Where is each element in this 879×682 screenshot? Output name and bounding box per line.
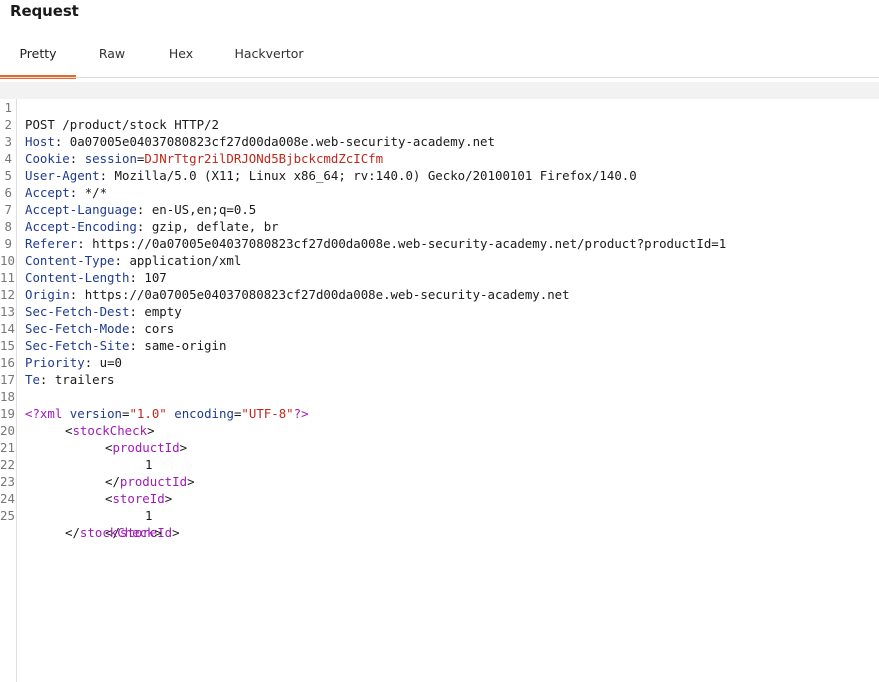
- header-name: Sec-Fetch-Site: [25, 338, 130, 353]
- editor-line: 20 <productId>: [0, 423, 188, 455]
- header-value: empty: [144, 304, 182, 319]
- tab-bar-divider: [0, 77, 879, 78]
- header-value: same-origin: [144, 338, 227, 353]
- editor-line: 16 Te: trailers: [0, 355, 115, 387]
- editor-line: 19 <stockCheck>: [0, 406, 155, 438]
- header-value: 0a07005e04037080823cf27d00da008e.web-sec…: [69, 134, 495, 149]
- editor-line: 15 Priority: u=0: [0, 338, 122, 370]
- tab-raw[interactable]: Raw: [85, 40, 139, 78]
- cookie-name: session: [84, 151, 137, 166]
- panel-title: Request: [10, 2, 79, 20]
- editor-line: 17: [0, 354, 30, 387]
- header-value: gzip, deflate, br: [151, 219, 279, 234]
- editor-line: 3 Cookie: session=DJNrTtgr2ilDRJONd5Bjbc…: [0, 116, 384, 166]
- header-value: 107: [144, 270, 167, 285]
- header-name: User-Agent: [25, 168, 100, 183]
- editor-line: 18 <?xml version="1.0" encoding="UTF-8"?…: [0, 389, 309, 421]
- editor-line: 1 POST /product/stock HTTP/2: [0, 82, 879, 132]
- xml-attr-name: version: [69, 406, 122, 421]
- editor-line: 10 Content-Length: 107: [0, 253, 167, 285]
- xml-tag-name: productId: [119, 474, 188, 489]
- header-value: */*: [84, 185, 108, 200]
- tab-hackvertor[interactable]: Hackvertor: [228, 40, 310, 78]
- header-name: Accept-Language: [25, 202, 137, 217]
- header-value: application/xml: [129, 253, 242, 268]
- header-name: Referer: [25, 236, 78, 251]
- editor-line: 13 Sec-Fetch-Mode: cors: [0, 304, 175, 336]
- header-name: Priority: [25, 355, 85, 370]
- header-value: cors: [144, 321, 175, 336]
- editor-line: </stockCheck>: [65, 525, 162, 540]
- tab-hex[interactable]: Hex: [157, 40, 205, 78]
- header-name: Accept: [25, 185, 70, 200]
- header-value: trailers: [54, 372, 115, 387]
- header-name: Cookie: [25, 151, 70, 166]
- header-value: en-US,en;q=0.5: [151, 202, 257, 217]
- header-name: Sec-Fetch-Mode: [25, 321, 130, 336]
- tab-pretty[interactable]: Pretty: [0, 40, 76, 79]
- header-name: Sec-Fetch-Dest: [25, 304, 130, 319]
- editor-line: 12 Sec-Fetch-Dest: empty: [0, 287, 182, 319]
- editor-line: 5 Accept: */*: [0, 150, 108, 200]
- cookie-value: DJNrTtgr2ilDRJONd5BjbckcmdZcICfm: [144, 151, 384, 166]
- editor-line: 7 Accept-Encoding: gzip, deflate, br: [0, 184, 279, 234]
- xml-attr-name: encoding: [174, 406, 234, 421]
- header-value: https://0a07005e04037080823cf27d00da008e…: [84, 287, 570, 302]
- xml-attr-value: "1.0": [129, 406, 167, 421]
- editor-line: 23 <storeId>: [0, 474, 173, 506]
- view-tabs: Pretty Raw Hex Hackvertor: [0, 40, 879, 79]
- editor-line: 6 Accept-Language: en-US,en;q=0.5: [0, 167, 257, 217]
- editor-line: 2 Host: 0a07005e04037080823cf27d00da008e…: [0, 99, 495, 149]
- xml-tag-name: productId: [112, 440, 180, 455]
- editor-line: 21 1: [0, 422, 152, 472]
- editor-line: 22 </productId>: [0, 457, 195, 489]
- editor-line: 24 1: [0, 473, 152, 523]
- xml-tag-name: storeId: [112, 491, 165, 506]
- header-name: Content-Type: [25, 253, 115, 268]
- editor-line: 11 Origin: https://0a07005e04037080823cf…: [0, 270, 570, 302]
- xml-attr-value: "UTF-8": [241, 406, 294, 421]
- header-name: Accept-Encoding: [25, 219, 137, 234]
- editor-line: 8 Referer: https://0a07005e04037080823cf…: [0, 201, 727, 251]
- xml-tag-name: stockCheck: [72, 423, 148, 438]
- editor-line: 25 </storeId>: [0, 508, 180, 540]
- request-line: POST /product/stock HTTP/2: [25, 117, 219, 132]
- header-name: Content-Length: [25, 270, 130, 285]
- xml-decl-close: ?>: [293, 406, 309, 421]
- xml-text-value: 1: [145, 508, 153, 523]
- xml-text-value: 1: [145, 457, 153, 472]
- editor-line: 4 User-Agent: Mozilla/5.0 (X11; Linux x8…: [0, 133, 637, 183]
- xml-decl-open: <?xml: [25, 406, 63, 421]
- header-value: https://0a07005e04037080823cf27d00da008e…: [92, 236, 727, 251]
- header-value: u=0: [99, 355, 122, 370]
- header-name: Origin: [25, 287, 70, 302]
- request-editor[interactable]: 1 POST /product/stock HTTP/2 2 Host: 0a0…: [0, 82, 879, 682]
- header-value: Mozilla/5.0 (X11; Linux x86_64; rv:140.0…: [114, 168, 637, 183]
- editor-line: 9 Content-Type: application/xml: [0, 218, 242, 268]
- editor-line: 14 Sec-Fetch-Site: same-origin: [0, 321, 227, 353]
- xml-tag-name: stockCheck: [79, 525, 155, 540]
